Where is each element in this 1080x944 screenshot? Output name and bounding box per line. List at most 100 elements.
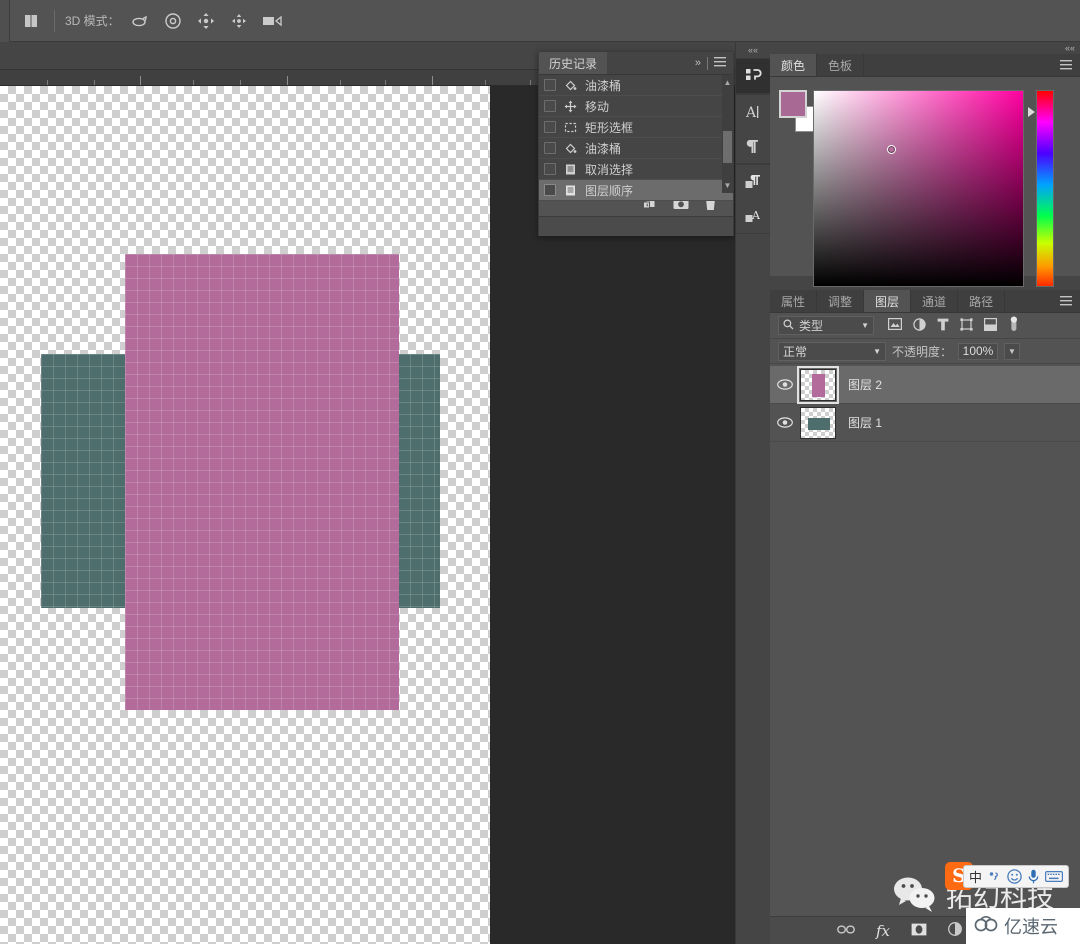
ime-keyboard-icon[interactable] bbox=[1045, 870, 1063, 883]
paint-bucket-icon bbox=[563, 78, 578, 93]
pixel-grid-overlay bbox=[41, 354, 126, 608]
tab-bar-filler bbox=[607, 52, 695, 74]
expand-panel-icon[interactable]: » bbox=[695, 57, 701, 69]
slide-3d-icon[interactable] bbox=[229, 11, 249, 31]
filters-on-off-toggle[interactable] bbox=[1008, 316, 1020, 335]
character-styles-icon[interactable]: A bbox=[736, 199, 771, 233]
history-dock-icon[interactable] bbox=[736, 59, 771, 93]
filter-adjustment-icon[interactable] bbox=[913, 318, 926, 334]
foreground-color-swatch[interactable] bbox=[779, 90, 807, 118]
image-canvas[interactable] bbox=[0, 86, 490, 944]
roll-3d-icon[interactable] bbox=[163, 11, 183, 31]
pan-3d-icon[interactable] bbox=[196, 11, 216, 31]
ime-toolbar: 中 bbox=[963, 865, 1069, 888]
filter-shape-icon[interactable] bbox=[960, 318, 973, 334]
paint-bucket-icon bbox=[563, 141, 578, 156]
opacity-label: 不透明度： bbox=[892, 343, 952, 360]
tab-color[interactable]: 颜色 bbox=[770, 54, 817, 76]
scroll-down-arrow[interactable]: ▼ bbox=[723, 180, 732, 191]
panel-divider bbox=[707, 57, 708, 70]
tab-adjustments[interactable]: 调整 bbox=[817, 290, 864, 312]
layer-filter-row: 类型 ▼ bbox=[770, 313, 1080, 339]
history-source-checkbox[interactable] bbox=[544, 142, 556, 154]
opacity-value[interactable]: 100% bbox=[958, 343, 998, 360]
history-source-checkbox[interactable] bbox=[544, 79, 556, 91]
orbit-3d-icon[interactable] bbox=[130, 11, 150, 31]
dock-group-2: A bbox=[736, 94, 770, 164]
history-item[interactable]: 油漆桶 bbox=[539, 75, 733, 96]
ime-language-label[interactable]: 中 bbox=[969, 867, 982, 886]
filter-smart-object-icon[interactable] bbox=[984, 318, 997, 334]
history-item-label: 油漆桶 bbox=[585, 77, 621, 94]
layer-name[interactable]: 图层 2 bbox=[848, 376, 882, 393]
tab-properties[interactable]: 属性 bbox=[770, 290, 817, 312]
history-item[interactable]: 油漆桶 bbox=[539, 138, 733, 159]
chevron-down-icon[interactable]: ▼ bbox=[861, 321, 869, 330]
teal-rect-left bbox=[41, 354, 126, 608]
tool-preset-icon[interactable] bbox=[18, 8, 44, 34]
tab-bar-filler bbox=[1005, 290, 1060, 312]
ime-voice-icon[interactable] bbox=[1028, 869, 1039, 884]
layer-style-fx-icon[interactable]: fx bbox=[876, 922, 890, 940]
tab-bar-filler bbox=[864, 54, 1060, 76]
history-source-checkbox[interactable] bbox=[544, 121, 556, 133]
hue-slider[interactable] bbox=[1036, 90, 1054, 287]
opacity-chevron-down-icon[interactable]: ▼ bbox=[1004, 343, 1020, 360]
tab-history[interactable]: 历史记录 bbox=[539, 52, 607, 74]
filter-type-icon[interactable] bbox=[937, 318, 949, 334]
layer-thumbnail[interactable] bbox=[800, 369, 836, 401]
history-item[interactable]: 矩形选框 bbox=[539, 117, 733, 138]
3d-mode-tools bbox=[130, 11, 282, 31]
layer-visibility-toggle[interactable] bbox=[770, 379, 800, 390]
layer-visibility-toggle[interactable] bbox=[770, 417, 800, 428]
link-layers-icon[interactable] bbox=[837, 924, 855, 938]
color-picker-cursor[interactable] bbox=[887, 145, 896, 154]
ime-punctuation-icon[interactable] bbox=[988, 870, 1001, 883]
tab-swatches[interactable]: 色板 bbox=[817, 54, 864, 76]
options-bar-grip[interactable] bbox=[0, 0, 10, 42]
layer-row[interactable]: 图层 2 bbox=[770, 366, 1080, 404]
rectangular-marquee-icon bbox=[563, 120, 578, 135]
layers-panel-menu-icon[interactable] bbox=[1060, 290, 1080, 312]
layer-thumb-art bbox=[808, 418, 830, 430]
new-fill-adjustment-icon[interactable] bbox=[948, 922, 962, 939]
history-scrollbar[interactable]: ▲ ▼ bbox=[722, 75, 733, 193]
scroll-up-arrow[interactable]: ▲ bbox=[723, 77, 732, 88]
history-item-selected[interactable]: 图层顺序 bbox=[539, 180, 733, 201]
hue-slider-marker[interactable] bbox=[1028, 107, 1035, 117]
add-layer-mask-icon[interactable] bbox=[911, 923, 927, 939]
history-state-list[interactable]: 油漆桶 移动 矩形选框 油漆桶 bbox=[539, 75, 733, 193]
history-item[interactable]: 取消选择 bbox=[539, 159, 733, 180]
blend-mode-select[interactable]: 正常 ▼ bbox=[778, 342, 886, 361]
layer-filter-icons bbox=[888, 316, 1020, 335]
pixel-grid-overlay bbox=[398, 354, 440, 608]
layer-filter-type-select[interactable]: 类型 ▼ bbox=[778, 316, 874, 335]
panel-menu-icon[interactable] bbox=[714, 56, 726, 70]
ime-emoji-icon[interactable] bbox=[1007, 869, 1022, 884]
tab-channels[interactable]: 通道 bbox=[911, 290, 958, 312]
right-dock-collapse-button[interactable]: «« bbox=[770, 42, 1080, 54]
dock-collapse-button[interactable]: «« bbox=[736, 42, 770, 58]
paragraph-panel-icon[interactable] bbox=[736, 129, 771, 163]
tab-paths[interactable]: 路径 bbox=[958, 290, 1005, 312]
history-item[interactable]: 移动 bbox=[539, 96, 733, 117]
layer-list[interactable]: 图层 2 图层 1 bbox=[770, 366, 1080, 916]
layers-panel: 属性 调整 图层 通道 路径 类型 ▼ bbox=[770, 290, 1080, 944]
tab-layers[interactable]: 图层 bbox=[864, 290, 911, 312]
paragraph-styles-icon[interactable] bbox=[736, 165, 771, 199]
zoom-3d-camera-icon[interactable] bbox=[262, 11, 282, 31]
history-source-checkbox[interactable] bbox=[544, 163, 556, 175]
history-source-checkbox[interactable] bbox=[544, 184, 556, 196]
chevron-down-icon[interactable]: ▼ bbox=[873, 347, 881, 356]
history-panel-resize-edge[interactable] bbox=[539, 216, 733, 236]
character-panel-icon[interactable]: A bbox=[736, 95, 771, 129]
filter-pixel-icon[interactable] bbox=[888, 318, 902, 333]
layer-row[interactable]: 图层 1 bbox=[770, 404, 1080, 442]
layer-thumbnail[interactable] bbox=[800, 407, 836, 439]
color-panel-menu-icon[interactable] bbox=[1060, 54, 1080, 76]
scrollbar-thumb[interactable] bbox=[723, 131, 732, 163]
layer-name[interactable]: 图层 1 bbox=[848, 414, 882, 431]
saturation-value-picker[interactable] bbox=[813, 90, 1024, 287]
history-source-checkbox[interactable] bbox=[544, 100, 556, 112]
color-panel: 颜色 色板 bbox=[770, 54, 1080, 276]
